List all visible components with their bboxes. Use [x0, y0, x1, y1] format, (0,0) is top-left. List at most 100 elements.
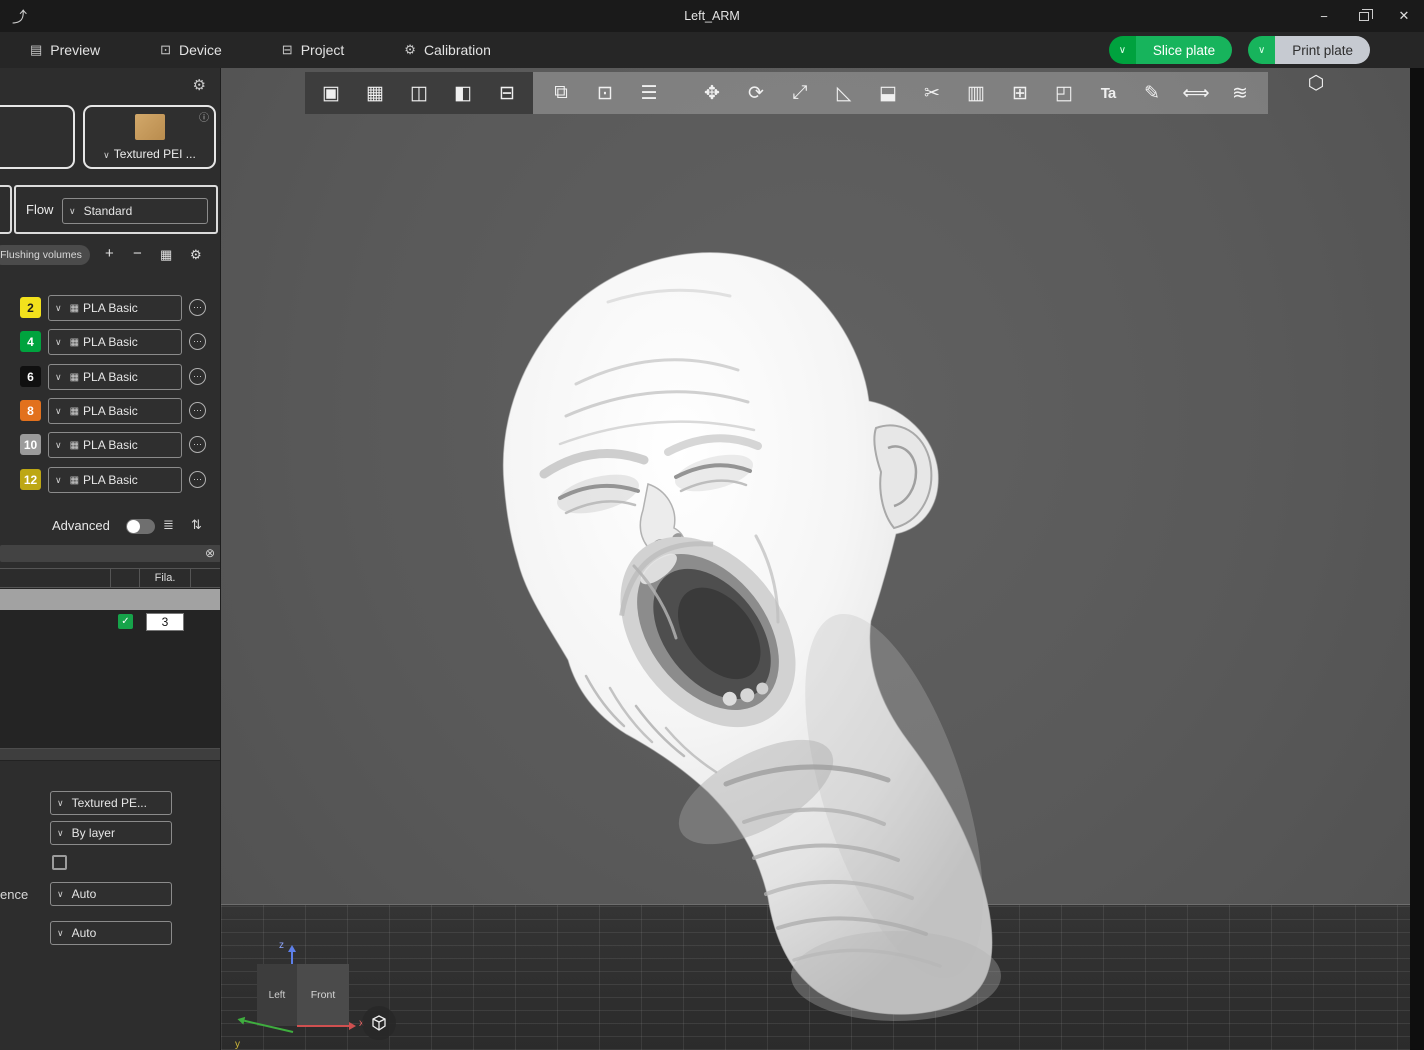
- filament-column-header: Fila.: [154, 572, 176, 584]
- chevron-down-icon: ∨: [103, 150, 110, 160]
- paste-icon[interactable]: ⊡: [583, 82, 627, 105]
- filament-row: 6 ∨ ▦ PLA Basic ⋯: [0, 364, 220, 391]
- slice-dropdown-chevron-icon[interactable]: ∨: [1108, 36, 1136, 64]
- add-filament-icon[interactable]: +: [105, 245, 114, 262]
- layout-icon[interactable]: ⊟: [485, 82, 529, 105]
- split-plate-icon[interactable]: ◧: [441, 82, 485, 105]
- seam-paint-icon[interactable]: ≋: [1218, 82, 1262, 105]
- filament-more-icon[interactable]: ⋯: [189, 402, 206, 419]
- layer-mode-dropdown[interactable]: ∨ By layer: [50, 821, 172, 845]
- filament-more-icon[interactable]: ⋯: [189, 436, 206, 453]
- filament-icon: ▦: [69, 336, 80, 348]
- rotate-icon[interactable]: ⟳: [734, 82, 778, 105]
- split-object-icon[interactable]: ◰: [1042, 82, 1086, 105]
- filament-dropdown[interactable]: ∨ ▦ PLA Basic: [48, 467, 182, 493]
- view-cube-button[interactable]: [362, 1006, 396, 1040]
- viewport-toolbar: ▣ ▦ ◫ ◧ ⊟ ⧉ ⊡ ☰ ✥ ⟳ ⤢ ◺ ⬓ ✂ ▥ ⊞ ◰ Ta ✎ ⟺…: [305, 72, 1338, 114]
- sidebar-settings-gear-icon[interactable]: ⚙: [193, 76, 206, 94]
- gizmo-face-front[interactable]: Front: [297, 964, 349, 1026]
- modifier-icon[interactable]: ⊞: [998, 82, 1042, 105]
- advanced-toggle[interactable]: [126, 519, 155, 534]
- tune-icon[interactable]: ⇅: [191, 517, 202, 533]
- chevron-down-icon: ∨: [69, 205, 76, 216]
- clear-icon[interactable]: ⊗: [205, 546, 215, 560]
- plate-type-card[interactable]: ⓘ ∨ Textured PEI ...: [83, 105, 216, 169]
- minimize-button[interactable]: −: [1304, 0, 1344, 32]
- remove-filament-icon[interactable]: −: [133, 245, 142, 262]
- plate-group-row[interactable]: [0, 589, 220, 610]
- mirror-icon[interactable]: ⬓: [866, 82, 910, 105]
- filament-more-icon[interactable]: ⋯: [189, 368, 206, 385]
- close-button[interactable]: ✕: [1384, 0, 1424, 32]
- viewport-3d[interactable]: ▣ ▦ ◫ ◧ ⊟ ⧉ ⊡ ☰ ✥ ⟳ ⤢ ◺ ⬓ ✂ ▥ ⊞ ◰ Ta ✎ ⟺…: [221, 68, 1410, 1050]
- column-separator: [190, 569, 191, 587]
- object-filament-cell[interactable]: 3: [146, 613, 184, 631]
- add-plate-icon[interactable]: ▣: [309, 82, 353, 105]
- tab-calibration[interactable]: ⚙ Calibration: [404, 42, 491, 58]
- main-tabbar: ▤ Preview ⊡ Device ⊟ Project ⚙ Calibrati…: [0, 32, 1424, 68]
- filament-number-badge[interactable]: 10: [20, 434, 41, 455]
- filament-dropdown[interactable]: ∨ ▦ PLA Basic: [48, 398, 182, 424]
- secondary-auto-dropdown[interactable]: ∨ Auto: [50, 921, 172, 945]
- restore-button[interactable]: [1344, 0, 1384, 32]
- tab-preview-label: Preview: [50, 42, 101, 58]
- scale-icon[interactable]: ⤢: [778, 82, 822, 104]
- filament-icon: ▦: [69, 439, 80, 451]
- support-paint-icon[interactable]: ✎: [1130, 82, 1174, 105]
- flow-dropdown[interactable]: ∨ Standard: [62, 198, 208, 224]
- filament-dropdown[interactable]: ∨ ▦ PLA Basic: [48, 329, 182, 355]
- filament-more-icon[interactable]: ⋯: [189, 471, 206, 488]
- filament-dropdown[interactable]: ∨ ▦ PLA Basic: [48, 432, 182, 458]
- filament-dropdown[interactable]: ∨ ▦ PLA Basic: [48, 364, 182, 390]
- flushing-matrix-icon[interactable]: ▦: [160, 247, 172, 263]
- slice-plate-label: Slice plate: [1135, 36, 1233, 64]
- chevron-down-icon: ∨: [55, 302, 62, 313]
- model-3d-head[interactable]: [426, 236, 1036, 1026]
- option-checkbox[interactable]: [52, 855, 67, 870]
- left-sidebar: ⚙ ⓘ ∨ Textured PEI ... Flow ∨ Standard Fl…: [0, 68, 221, 1050]
- flow-box-fragment: [0, 185, 12, 234]
- list-icon[interactable]: ≣: [163, 517, 174, 533]
- chevron-down-icon: ∨: [57, 827, 64, 838]
- auto-orient-icon[interactable]: ◫: [397, 82, 441, 105]
- chevron-down-icon: ∨: [55, 474, 62, 485]
- cut-icon[interactable]: ✂: [910, 82, 954, 105]
- flushing-volumes-button[interactable]: Flushing volumes: [0, 245, 90, 265]
- print-dropdown-chevron-icon[interactable]: ∨: [1248, 36, 1276, 64]
- info-icon[interactable]: ⓘ: [199, 109, 209, 124]
- copy-icon[interactable]: ⧉: [539, 82, 583, 104]
- plate-type-dropdown[interactable]: ∨ Textured PE...: [50, 791, 172, 815]
- print-plate-button[interactable]: ∨ Print plate: [1248, 36, 1370, 64]
- filament-icon: ▦: [69, 371, 80, 383]
- move-icon[interactable]: ✥: [690, 82, 734, 105]
- measure-icon[interactable]: ⟺: [1174, 82, 1218, 105]
- filament-number-badge[interactable]: 8: [20, 400, 41, 421]
- variable-layer-icon[interactable]: ▥: [954, 82, 998, 105]
- tab-project[interactable]: ⊟ Project: [282, 42, 344, 58]
- filament-more-icon[interactable]: ⋯: [189, 299, 206, 316]
- gizmo-face-left[interactable]: Left: [257, 964, 297, 1026]
- column-separator: [110, 569, 111, 587]
- filament-dropdown[interactable]: ∨ ▦ PLA Basic: [48, 295, 182, 321]
- object-filter-bar[interactable]: ⊗: [0, 545, 220, 562]
- arrange-icon[interactable]: ▦: [353, 82, 397, 105]
- filament-number-badge[interactable]: 12: [20, 469, 41, 490]
- filament-number-badge[interactable]: 4: [20, 331, 41, 352]
- text-tool-icon[interactable]: Ta: [1086, 85, 1130, 102]
- place-on-face-icon[interactable]: ◺: [822, 82, 866, 105]
- assembly-view-icon[interactable]: ⬡: [1294, 72, 1338, 114]
- tab-preview[interactable]: ▤ Preview: [30, 42, 100, 58]
- filament-row: 8 ∨ ▦ PLA Basic ⋯: [0, 398, 220, 425]
- align-icon[interactable]: ☰: [627, 82, 671, 105]
- filament-settings-gear-icon[interactable]: ⚙: [190, 247, 202, 263]
- filament-more-icon[interactable]: ⋯: [189, 333, 206, 350]
- printable-checkbox[interactable]: ✓: [118, 614, 133, 629]
- object-row[interactable]: ✓ 3: [0, 611, 220, 633]
- plate-card-partial[interactable]: [0, 105, 75, 169]
- sequence-auto-dropdown[interactable]: ∨ Auto: [50, 882, 172, 906]
- sidebar-splitter[interactable]: [0, 748, 220, 761]
- slice-plate-button[interactable]: ∨ Slice plate: [1108, 36, 1233, 64]
- filament-number-badge[interactable]: 6: [20, 366, 41, 387]
- tab-device[interactable]: ⊡ Device: [160, 42, 222, 58]
- filament-number-badge[interactable]: 2: [20, 297, 41, 318]
